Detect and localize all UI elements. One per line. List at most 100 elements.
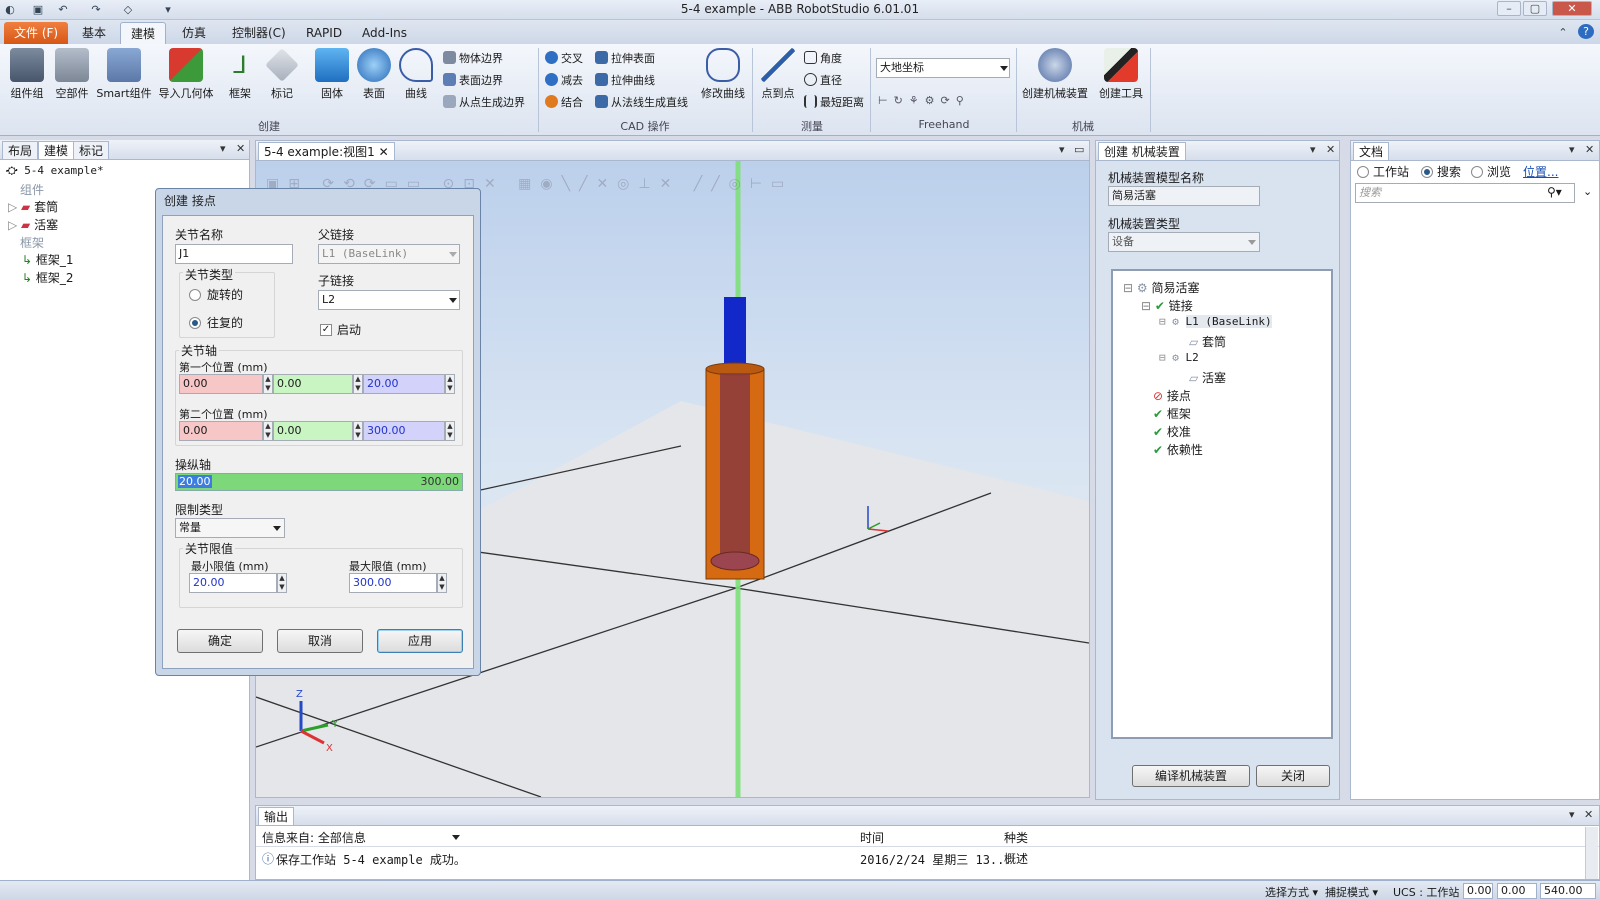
ok-button[interactable]: 确定 [177, 629, 263, 653]
collapse-icon[interactable]: ⊟ [1159, 315, 1172, 328]
second-y-spinner[interactable]: ▲ ▼ [353, 421, 363, 441]
tree-frames[interactable]: ✔ 框架 [1153, 405, 1191, 422]
diameter-button[interactable]: 直径 [804, 72, 842, 90]
intersect-button[interactable]: 交叉 [545, 50, 583, 68]
tab-controller[interactable]: 控制器(C) [222, 22, 296, 44]
ucs-label[interactable]: UCS : 工作站 [1393, 884, 1459, 900]
body-border-button[interactable]: 物体边界 [443, 50, 503, 68]
subtract-button[interactable]: 减去 [545, 72, 583, 90]
solid-button[interactable]: 固体 [314, 48, 350, 101]
tab-tags[interactable]: 标记 [73, 141, 110, 159]
output-row[interactable]: ⓘ 保存工作站 5-4 example 成功。 2016/2/24 星期三 13… [256, 848, 1586, 868]
output-scrollbar[interactable] [1585, 827, 1598, 879]
child-link-select[interactable]: L2 [318, 290, 460, 310]
station-radio[interactable] [1357, 166, 1369, 178]
tree-part-piston[interactable]: ▱ 活塞 [1189, 369, 1226, 386]
tab-addins[interactable]: Add-Ins [352, 22, 417, 44]
close-tab-icon[interactable]: ✕ [379, 145, 389, 159]
tab-rapid[interactable]: RAPID [296, 22, 352, 44]
first-y-input[interactable]: 0.00 [273, 374, 353, 394]
import-geometry-button[interactable]: 导入几何体 [157, 48, 215, 101]
second-x-spinner[interactable]: ▲ ▼ [263, 421, 273, 441]
close-window-button[interactable]: ✕ [1552, 1, 1592, 16]
first-z-input[interactable]: 20.00 [363, 374, 445, 394]
tree-item-sleeve[interactable]: ▷ ▰ 套筒 [8, 198, 58, 215]
angle-button[interactable]: 角度 [804, 50, 842, 68]
create-mechanism-button[interactable]: 创建机械装置 [1020, 48, 1090, 101]
tab-layout[interactable]: 布局 [2, 141, 39, 159]
second-z-spinner[interactable]: ▲ ▼ [445, 421, 455, 441]
maximize-button[interactable]: ▢ [1523, 1, 1547, 16]
close-icon[interactable]: ✕ [236, 142, 245, 155]
search-icon[interactable]: ⚲▾ [1547, 185, 1562, 199]
freehand-tools[interactable]: ⊢↻⚘⚙⟳⚲ [878, 92, 970, 110]
tree-dependency[interactable]: ✔ 依赖性 [1153, 441, 1203, 458]
limit-type-select[interactable]: 常量 [175, 518, 285, 538]
apply-button[interactable]: 应用 [377, 629, 463, 653]
tab-file[interactable]: 文件 (F) [4, 22, 69, 44]
tree-joints[interactable]: ⊘ 接点 [1153, 387, 1191, 404]
parent-link-select[interactable]: L1 (BaseLink) [318, 244, 460, 264]
expand-icon[interactable]: ▷ [8, 218, 21, 232]
chevron-down-icon[interactable] [452, 835, 460, 840]
modify-curve-button[interactable]: 修改曲线 [698, 48, 748, 101]
expand-options-icon[interactable]: ⌄ [1583, 185, 1592, 198]
column-time[interactable]: 时间 [860, 829, 884, 846]
expand-icon[interactable]: ▷ [8, 200, 21, 214]
create-tool-button[interactable]: 创建工具 [1094, 48, 1148, 101]
search-radio[interactable] [1421, 166, 1433, 178]
pin-icon[interactable]: ▾ [1310, 143, 1316, 156]
tree-root[interactable]: ⊟ ⚙ 简易活塞 [1123, 279, 1199, 296]
min-limit-spinner[interactable]: ▲ ▼ [277, 573, 287, 593]
min-distance-button[interactable]: 最短距离 [804, 94, 864, 112]
extrude-curve-button[interactable]: 拉伸曲线 [595, 72, 655, 90]
tree-links[interactable]: ⊟ ✔ 链接 [1141, 297, 1193, 314]
enable-checkbox[interactable]: ✓ [320, 324, 332, 336]
min-limit-input[interactable]: 20.00 [189, 573, 277, 593]
viewport-tab[interactable]: 5-4 example:视图1 ✕ [258, 142, 395, 160]
pin-icon[interactable]: ▾ [1569, 143, 1575, 156]
mechanism-panel-tab[interactable]: 创建 机械装置 [1098, 142, 1186, 160]
help-icon[interactable]: ? [1578, 24, 1594, 39]
surface-border-button[interactable]: 表面边界 [443, 72, 503, 90]
minimize-button[interactable]: – [1497, 1, 1521, 16]
rotational-radio[interactable] [189, 289, 201, 301]
tree-link-l2[interactable]: ⊟ ⚙ L2 [1159, 351, 1199, 364]
pin-icon[interactable]: ▾ [1059, 143, 1065, 156]
point-to-point-button[interactable]: 点到点 [758, 48, 798, 101]
second-x-input[interactable]: 0.00 [179, 421, 263, 441]
collapse-icon[interactable]: ⊟ [1123, 281, 1137, 295]
column-type[interactable]: 种类 [1004, 829, 1028, 846]
tree-part-sleeve[interactable]: ▱ 套筒 [1189, 333, 1226, 350]
model-name-input[interactable]: 简易活塞 [1108, 186, 1260, 206]
ribbon-collapse-icon[interactable]: ⌃ [1555, 25, 1571, 40]
tree-link-l1[interactable]: ⊟ ⚙ L1 (BaseLink) [1159, 315, 1272, 328]
curve-button[interactable]: 曲线 [398, 48, 434, 101]
joint-name-input[interactable]: J1 [175, 244, 293, 264]
tab-modeling[interactable]: 建模 [38, 141, 75, 159]
second-z-input[interactable]: 300.00 [363, 421, 445, 441]
first-z-spinner[interactable]: ▲ ▼ [445, 374, 455, 394]
prismatic-radio[interactable] [189, 317, 201, 329]
select-mode-dropdown[interactable]: 选择方式 ▾ [1265, 884, 1318, 900]
max-limit-input[interactable]: 300.00 [349, 573, 437, 593]
mechanism-type-select[interactable]: 设备 [1108, 232, 1260, 252]
first-x-spinner[interactable]: ▲ ▼ [263, 374, 273, 394]
points-border-button[interactable]: 从点生成边界 [443, 94, 525, 112]
close-icon[interactable]: ✕ [1585, 143, 1594, 156]
line-from-normal-button[interactable]: 从法线生成直线 [595, 94, 688, 112]
location-link[interactable]: 位置... [1523, 163, 1558, 180]
collapse-icon[interactable]: ⊟ [1141, 299, 1155, 313]
max-limit-spinner[interactable]: ▲ ▼ [437, 573, 447, 593]
tree-item-piston[interactable]: ▷ ▰ 活塞 [8, 216, 58, 233]
station-node[interactable]: ⛮ 5-4 example* [6, 164, 104, 178]
browse-radio[interactable] [1471, 166, 1483, 178]
maximize-icon[interactable]: ▭ [1074, 143, 1084, 156]
union-button[interactable]: 结合 [545, 94, 583, 112]
tree-calibration[interactable]: ✔ 校准 [1153, 423, 1191, 440]
frame-button[interactable]: ⅃ 框架 [222, 48, 258, 101]
tab-basic[interactable]: 基本 [72, 22, 116, 44]
tree-item-frame-2[interactable]: ↳ 框架_2 [22, 269, 74, 286]
search-input[interactable]: 搜索 [1355, 183, 1575, 203]
source-filter[interactable]: 信息来自: 全部信息 [262, 829, 366, 846]
